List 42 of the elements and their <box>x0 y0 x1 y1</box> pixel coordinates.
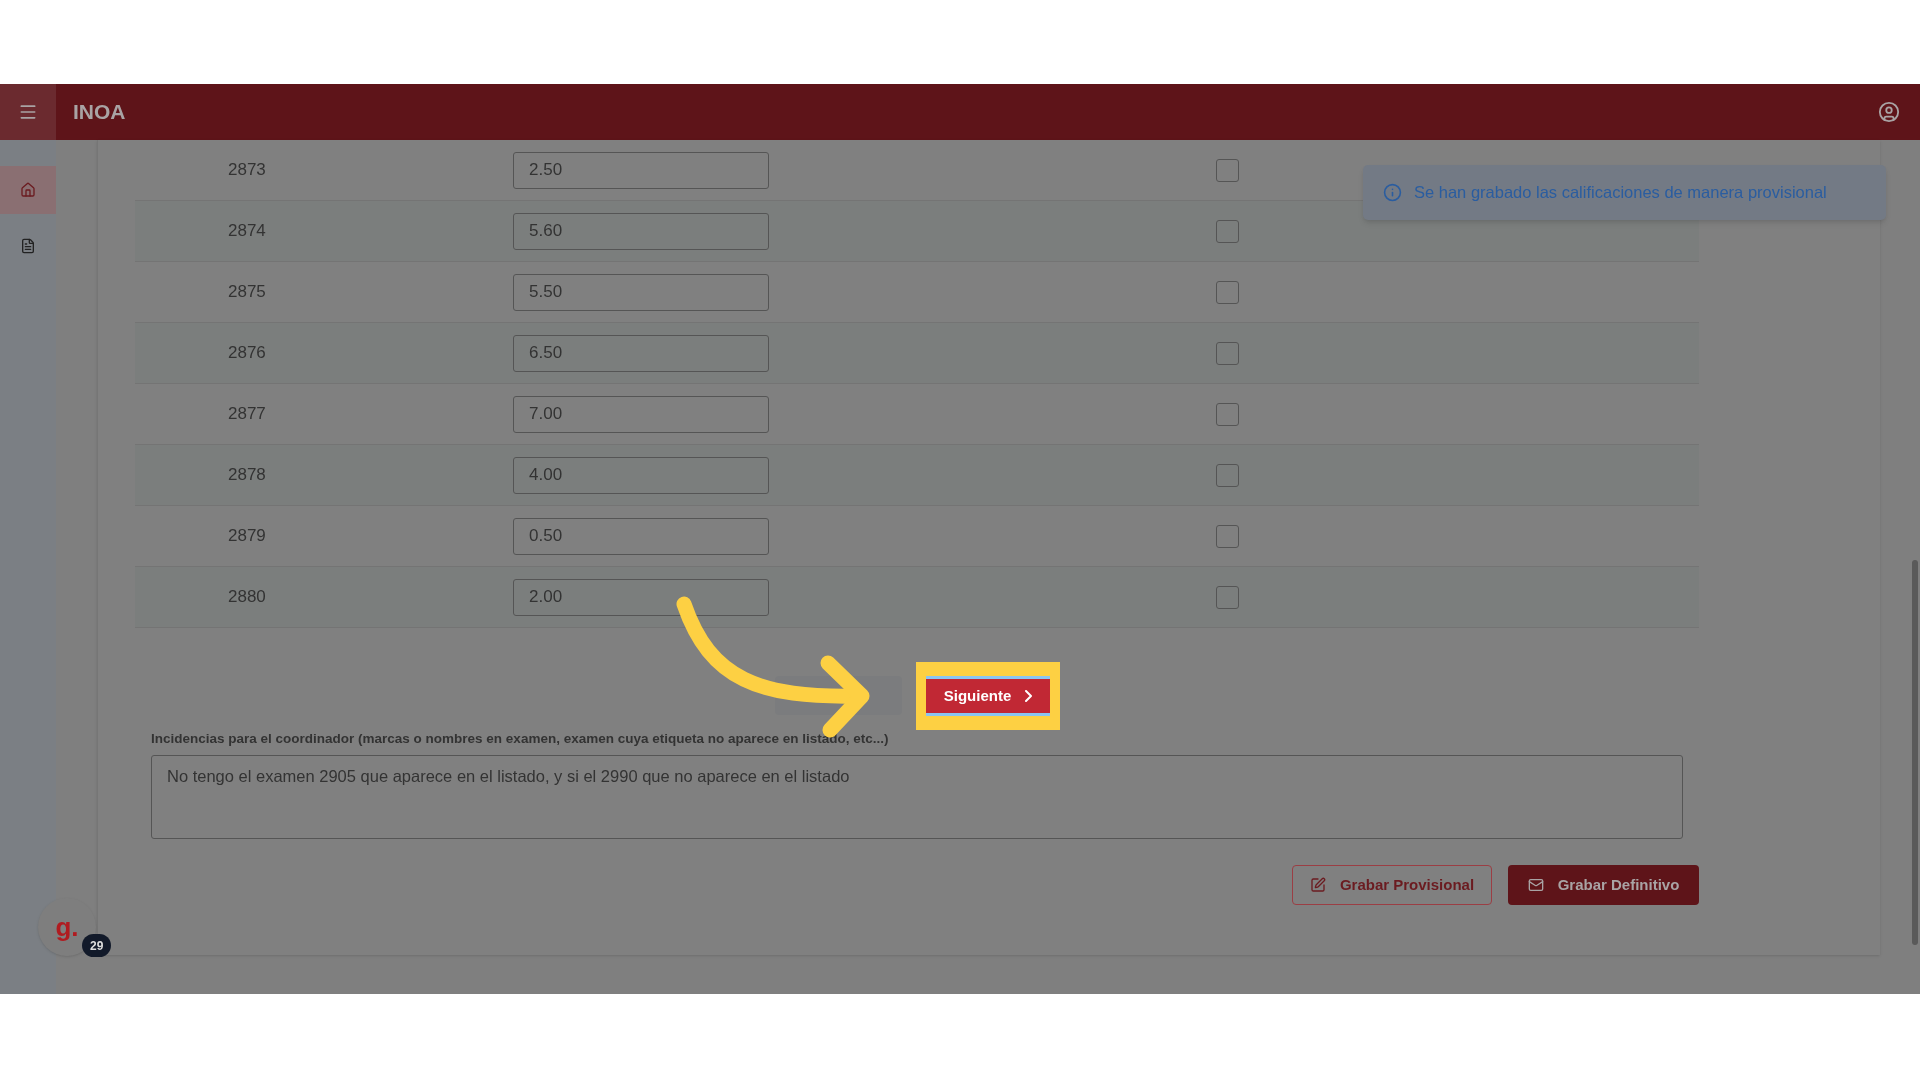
edit-icon <box>1309 877 1326 894</box>
home-icon <box>20 182 36 198</box>
grade-field[interactable]: 6.50 <box>513 334 769 372</box>
save-draft-button[interactable]: Grabar Provisional <box>1292 865 1492 906</box>
chevron-right-icon <box>1025 690 1033 702</box>
exam-number: 2879 <box>228 525 267 548</box>
next-button[interactable]: Siguiente <box>926 676 1050 716</box>
notification-text: Se han grabado las calificaciones de manera provisional <box>1414 182 1827 204</box>
grade-field[interactable]: 0.50 <box>513 517 769 555</box>
mail-icon <box>1527 877 1544 894</box>
document-icon <box>20 238 36 254</box>
grade-field[interactable]: 2.00 <box>513 578 769 616</box>
checkbox[interactable] <box>1216 402 1239 426</box>
checkbox[interactable] <box>1216 219 1239 243</box>
exam-number: 2873 <box>228 159 267 182</box>
checkbox[interactable] <box>1216 524 1239 548</box>
grade-field[interactable]: 7.00 <box>513 395 769 433</box>
exam-number: 2878 <box>228 464 267 487</box>
home-nav-item[interactable] <box>0 166 56 214</box>
checkbox[interactable] <box>1216 463 1239 487</box>
menu-icon <box>18 102 38 122</box>
save-final-button[interactable]: Grabar Definitivo <box>1508 865 1699 906</box>
exam-number: 2874 <box>228 220 267 243</box>
checkbox[interactable] <box>1216 341 1239 365</box>
exam-number: 2877 <box>228 403 267 426</box>
checkbox[interactable] <box>1216 280 1239 304</box>
widget-logo: g. <box>55 910 79 944</box>
grade-field[interactable]: 5.60 <box>513 212 769 250</box>
exam-number: 2880 <box>228 586 267 609</box>
account-icon[interactable] <box>1878 101 1900 123</box>
checkbox[interactable] <box>1216 585 1239 609</box>
grade-field[interactable]: 4.00 <box>513 456 769 494</box>
checkbox[interactable] <box>1216 158 1239 182</box>
app-title: INOA <box>73 99 126 126</box>
grade-field[interactable]: 2.50 <box>513 151 769 189</box>
grade-field[interactable]: 5.50 <box>513 273 769 311</box>
menu-button[interactable] <box>0 84 56 140</box>
incidents-label: Incidencias para el coordinador (marcas o nombres en examen, examen cuya etiqueta no aparece en listado, etc...) <box>151 730 890 748</box>
exam-number: 2876 <box>228 342 267 365</box>
info-icon <box>1383 183 1402 202</box>
exam-number: 2875 <box>228 281 267 304</box>
incidents-field[interactable]: No tengo el examen 2905 que aparece en el listado, y si el 2990 que no aparece en el listado <box>151 755 1683 840</box>
